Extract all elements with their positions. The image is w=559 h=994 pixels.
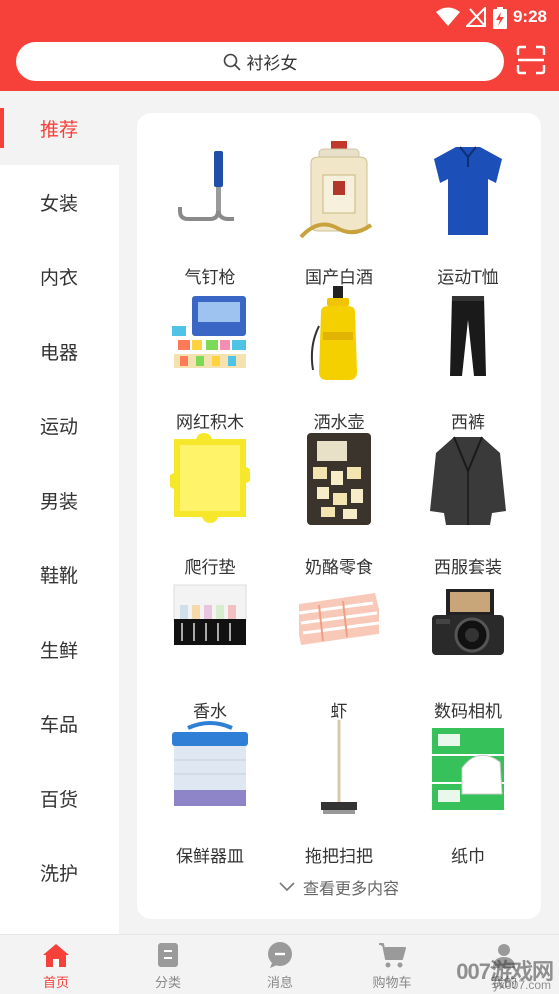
grid-item-label: 香水 bbox=[193, 702, 227, 722]
trousers-icon bbox=[450, 296, 486, 376]
sprayer-icon bbox=[310, 286, 357, 380]
sidebar-item-label: 推荐 bbox=[40, 118, 79, 141]
grid-item[interactable]: 西服套装 bbox=[403, 431, 533, 578]
wifi-icon bbox=[436, 7, 460, 26]
grid-item[interactable]: 数码相机 bbox=[403, 575, 533, 722]
sidebar-item-label: 女装 bbox=[40, 192, 79, 215]
grid-item-label: 数码相机 bbox=[434, 702, 502, 722]
sidebar-item-label: 生鲜 bbox=[40, 639, 79, 662]
grid-item[interactable]: 纸巾 bbox=[403, 720, 533, 867]
sidebar-item-general[interactable]: 百货 bbox=[0, 761, 119, 835]
sidebar-item-label: 车品 bbox=[40, 713, 79, 736]
suit-jacket-icon bbox=[430, 436, 506, 525]
sidebar-item-appliances[interactable]: 电器 bbox=[0, 314, 119, 388]
cart-icon bbox=[379, 943, 406, 968]
sidebar-item-fresh[interactable]: 生鲜 bbox=[0, 612, 119, 686]
tab-label: 首页 bbox=[42, 976, 69, 991]
category-grid-panel: 气钉枪 国产白酒 运动T恤 网红积木 洒水壶 西裤 爬行垫 奶酪零食 西服套装 … bbox=[137, 113, 541, 919]
cheese-snack-icon bbox=[307, 433, 371, 525]
storage-box-icon bbox=[172, 721, 248, 806]
grid-item[interactable]: 洒水壶 bbox=[274, 286, 404, 433]
tab-label: 分类 bbox=[154, 976, 181, 991]
chevron-down-icon bbox=[279, 882, 295, 892]
grid-item-label: 国产白酒 bbox=[305, 268, 373, 288]
sidebar-item-label: 男装 bbox=[40, 490, 79, 513]
grid-item-label: 洒水壶 bbox=[313, 413, 365, 433]
grid-item[interactable]: 气钉枪 bbox=[145, 141, 275, 288]
shrimp-icon bbox=[299, 593, 379, 645]
grid-item[interactable]: 国产白酒 bbox=[274, 141, 404, 288]
sidebar-item-label: 内衣 bbox=[40, 266, 79, 289]
no-signal-icon bbox=[466, 7, 486, 27]
grid-item-label: 网红积木 bbox=[176, 413, 244, 433]
category-sidebar: 推荐 女装 内衣 电器 运动 男装 鞋靴 生鲜 车品 百货 洗护 bbox=[0, 91, 119, 934]
liquor-bottle-icon bbox=[299, 141, 373, 239]
grid-item[interactable]: 西裤 bbox=[403, 286, 533, 433]
watermark-sub: yx007.com bbox=[492, 978, 551, 992]
search-icon bbox=[223, 53, 240, 70]
battery-charging-icon bbox=[493, 7, 507, 29]
grid-item[interactable]: 运动T恤 bbox=[403, 141, 533, 288]
tab-messages[interactable]: 消息 bbox=[224, 935, 336, 994]
grid-item-label: 西裤 bbox=[451, 413, 485, 433]
status-bar: 9:28 bbox=[0, 0, 559, 36]
tab-label: 消息 bbox=[266, 976, 293, 991]
category-icon bbox=[158, 943, 178, 967]
sidebar-item-label: 鞋靴 bbox=[40, 564, 79, 587]
scan-icon[interactable] bbox=[516, 45, 546, 75]
bottom-nav: 首页 分类 消息 购物车 我的 007游戏网 yx007.com bbox=[0, 934, 559, 994]
sidebar-item-sports[interactable]: 运动 bbox=[0, 388, 119, 462]
grid-item-label: 运动T恤 bbox=[437, 268, 499, 288]
sidebar-item-label: 百货 bbox=[40, 788, 79, 811]
tab-cart[interactable]: 购物车 bbox=[336, 935, 448, 994]
mop-icon bbox=[321, 720, 357, 814]
site-watermark: 007游戏网 yx007.com bbox=[456, 954, 554, 992]
sidebar-item-label: 电器 bbox=[40, 341, 79, 364]
sidebar-item-recommend[interactable]: 推荐 bbox=[0, 91, 119, 165]
nail-gun-icon bbox=[178, 151, 234, 221]
tissue-icon bbox=[432, 728, 504, 810]
grid-item[interactable]: 虾 bbox=[274, 575, 404, 722]
grid-item-label: 拖把扫把 bbox=[305, 847, 373, 867]
view-more-label: 查看更多内容 bbox=[302, 879, 399, 898]
grid-item-label: 保鲜器皿 bbox=[176, 847, 244, 867]
crawling-mat-icon bbox=[170, 433, 250, 523]
grid-item-label: 气钉枪 bbox=[184, 268, 236, 288]
grid-item[interactable]: 爬行垫 bbox=[145, 431, 275, 578]
sidebar-item-mens[interactable]: 男装 bbox=[0, 463, 119, 537]
view-more-button[interactable]: 查看更多内容 bbox=[137, 875, 541, 899]
grid-item[interactable]: 保鲜器皿 bbox=[145, 720, 275, 867]
tab-label: 购物车 bbox=[372, 976, 412, 991]
building-blocks-icon bbox=[172, 296, 246, 368]
grid-item[interactable]: 奶酪零食 bbox=[274, 431, 404, 578]
tshirt-icon bbox=[434, 146, 502, 235]
clock: 9:28 bbox=[512, 7, 547, 26]
sidebar-item-car[interactable]: 车品 bbox=[0, 686, 119, 760]
tab-category[interactable]: 分类 bbox=[112, 935, 224, 994]
sidebar-item-personal-care[interactable]: 洗护 bbox=[0, 835, 119, 909]
sidebar-item-label: 运动 bbox=[40, 415, 79, 438]
grid-item[interactable]: 拖把扫把 bbox=[274, 720, 404, 867]
search-header: 衬衫女 bbox=[0, 36, 559, 91]
sidebar-item-label: 洗护 bbox=[40, 862, 79, 885]
sidebar-item-underwear[interactable]: 内衣 bbox=[0, 239, 119, 313]
camera-icon bbox=[432, 589, 504, 655]
tab-home[interactable]: 首页 bbox=[0, 935, 112, 994]
sidebar-item-womens[interactable]: 女装 bbox=[0, 165, 119, 239]
sidebar-item-shoes[interactable]: 鞋靴 bbox=[0, 537, 119, 611]
grid-item[interactable]: 网红积木 bbox=[145, 286, 275, 433]
home-icon bbox=[43, 944, 69, 967]
grid-item[interactable]: 香水 bbox=[145, 575, 275, 722]
perfume-set-icon bbox=[173, 584, 247, 645]
search-query: 衬衫女 bbox=[246, 54, 298, 74]
grid-item-label: 虾 bbox=[330, 702, 348, 722]
grid-item-label: 纸巾 bbox=[451, 847, 485, 867]
message-icon bbox=[268, 942, 292, 968]
search-input[interactable]: 衬衫女 bbox=[16, 42, 504, 81]
